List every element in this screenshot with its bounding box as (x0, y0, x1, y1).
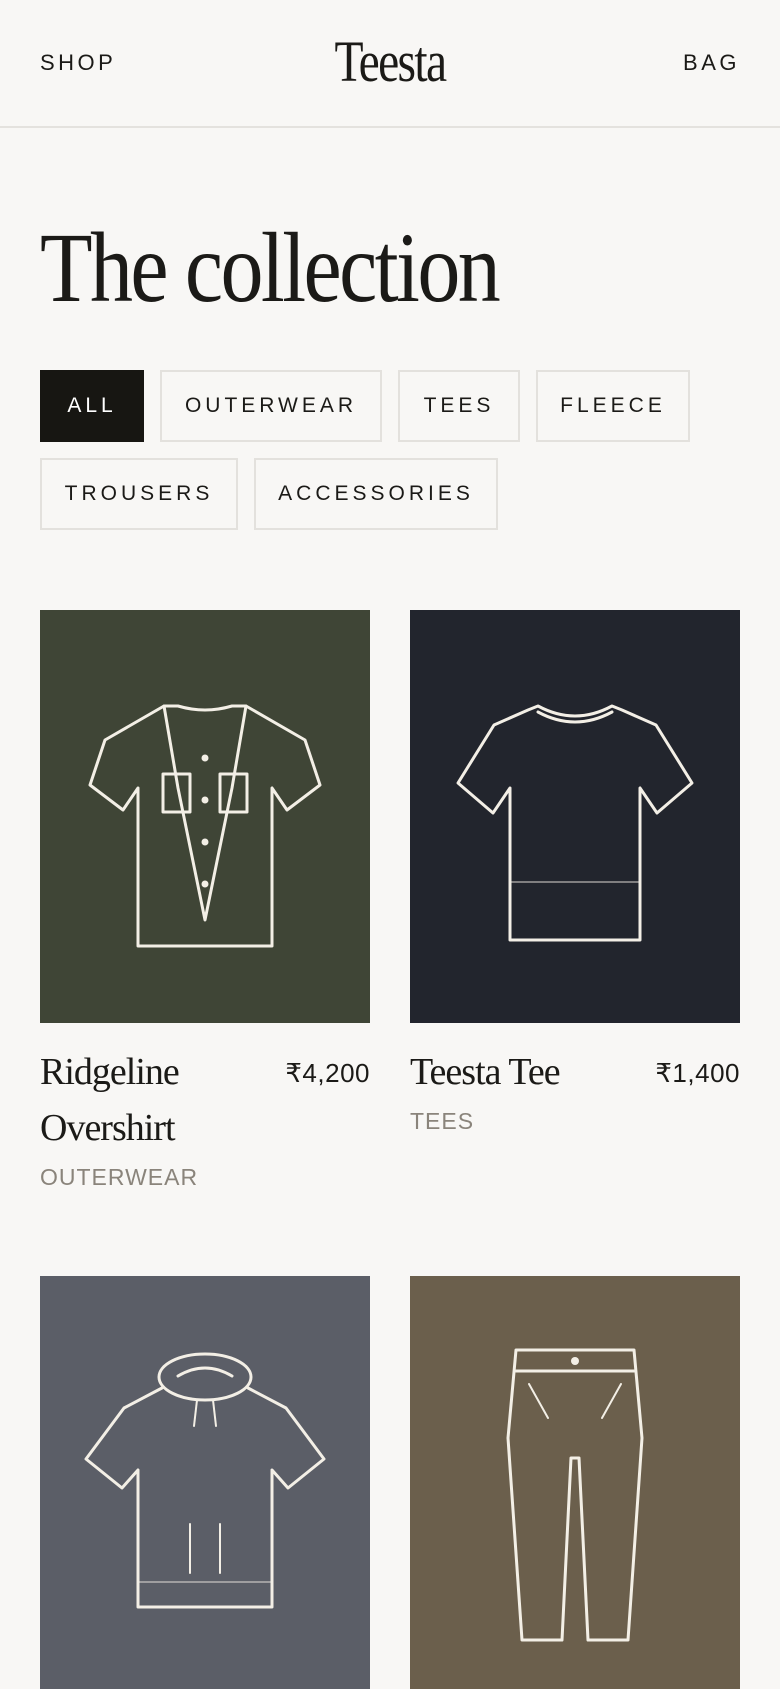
brand-logo[interactable]: Teesta (70, 28, 710, 95)
product-image[interactable] (410, 610, 740, 1023)
site-header: SHOP Teesta BAG (0, 0, 780, 128)
filter-chip-accessories[interactable]: ACCESSORIES (254, 458, 498, 530)
product-image[interactable] (410, 1276, 740, 1689)
product-image[interactable] (40, 1276, 370, 1689)
filter-chip-tees[interactable]: TEES (398, 370, 520, 442)
product-price: ₹4,200 (285, 1058, 370, 1088)
page-title: The collection (40, 212, 501, 323)
product-category: TEES (410, 1108, 475, 1134)
product-card[interactable]: Teesta Tee ₹1,400 TEES (410, 610, 740, 1150)
filter-chip-outerwear[interactable]: OUTERWEAR (160, 370, 382, 442)
product-card[interactable] (410, 1276, 740, 1689)
product-card[interactable] (40, 1276, 370, 1689)
trousers-icon (506, 1348, 644, 1642)
product-category: OUTERWEAR (40, 1164, 199, 1190)
product-image[interactable] (40, 610, 370, 1023)
product-name[interactable]: Teesta Tee (410, 1044, 630, 1100)
filter-chip-fleece[interactable]: FLEECE (536, 370, 690, 442)
tshirt-icon (456, 704, 694, 942)
filter-chip-all[interactable]: ALL (40, 370, 144, 442)
product-price: ₹1,400 (655, 1058, 740, 1088)
product-card[interactable]: Ridgeline Overshirt ₹4,200 OUTERWEAR (40, 610, 370, 1200)
hoodie-icon (84, 1352, 326, 1609)
overshirt-icon (88, 704, 322, 948)
filter-chip-trousers[interactable]: TROUSERS (40, 458, 238, 530)
nav-bag-link[interactable]: BAG (683, 50, 740, 76)
product-name[interactable]: Ridgeline Overshirt (40, 1044, 260, 1156)
